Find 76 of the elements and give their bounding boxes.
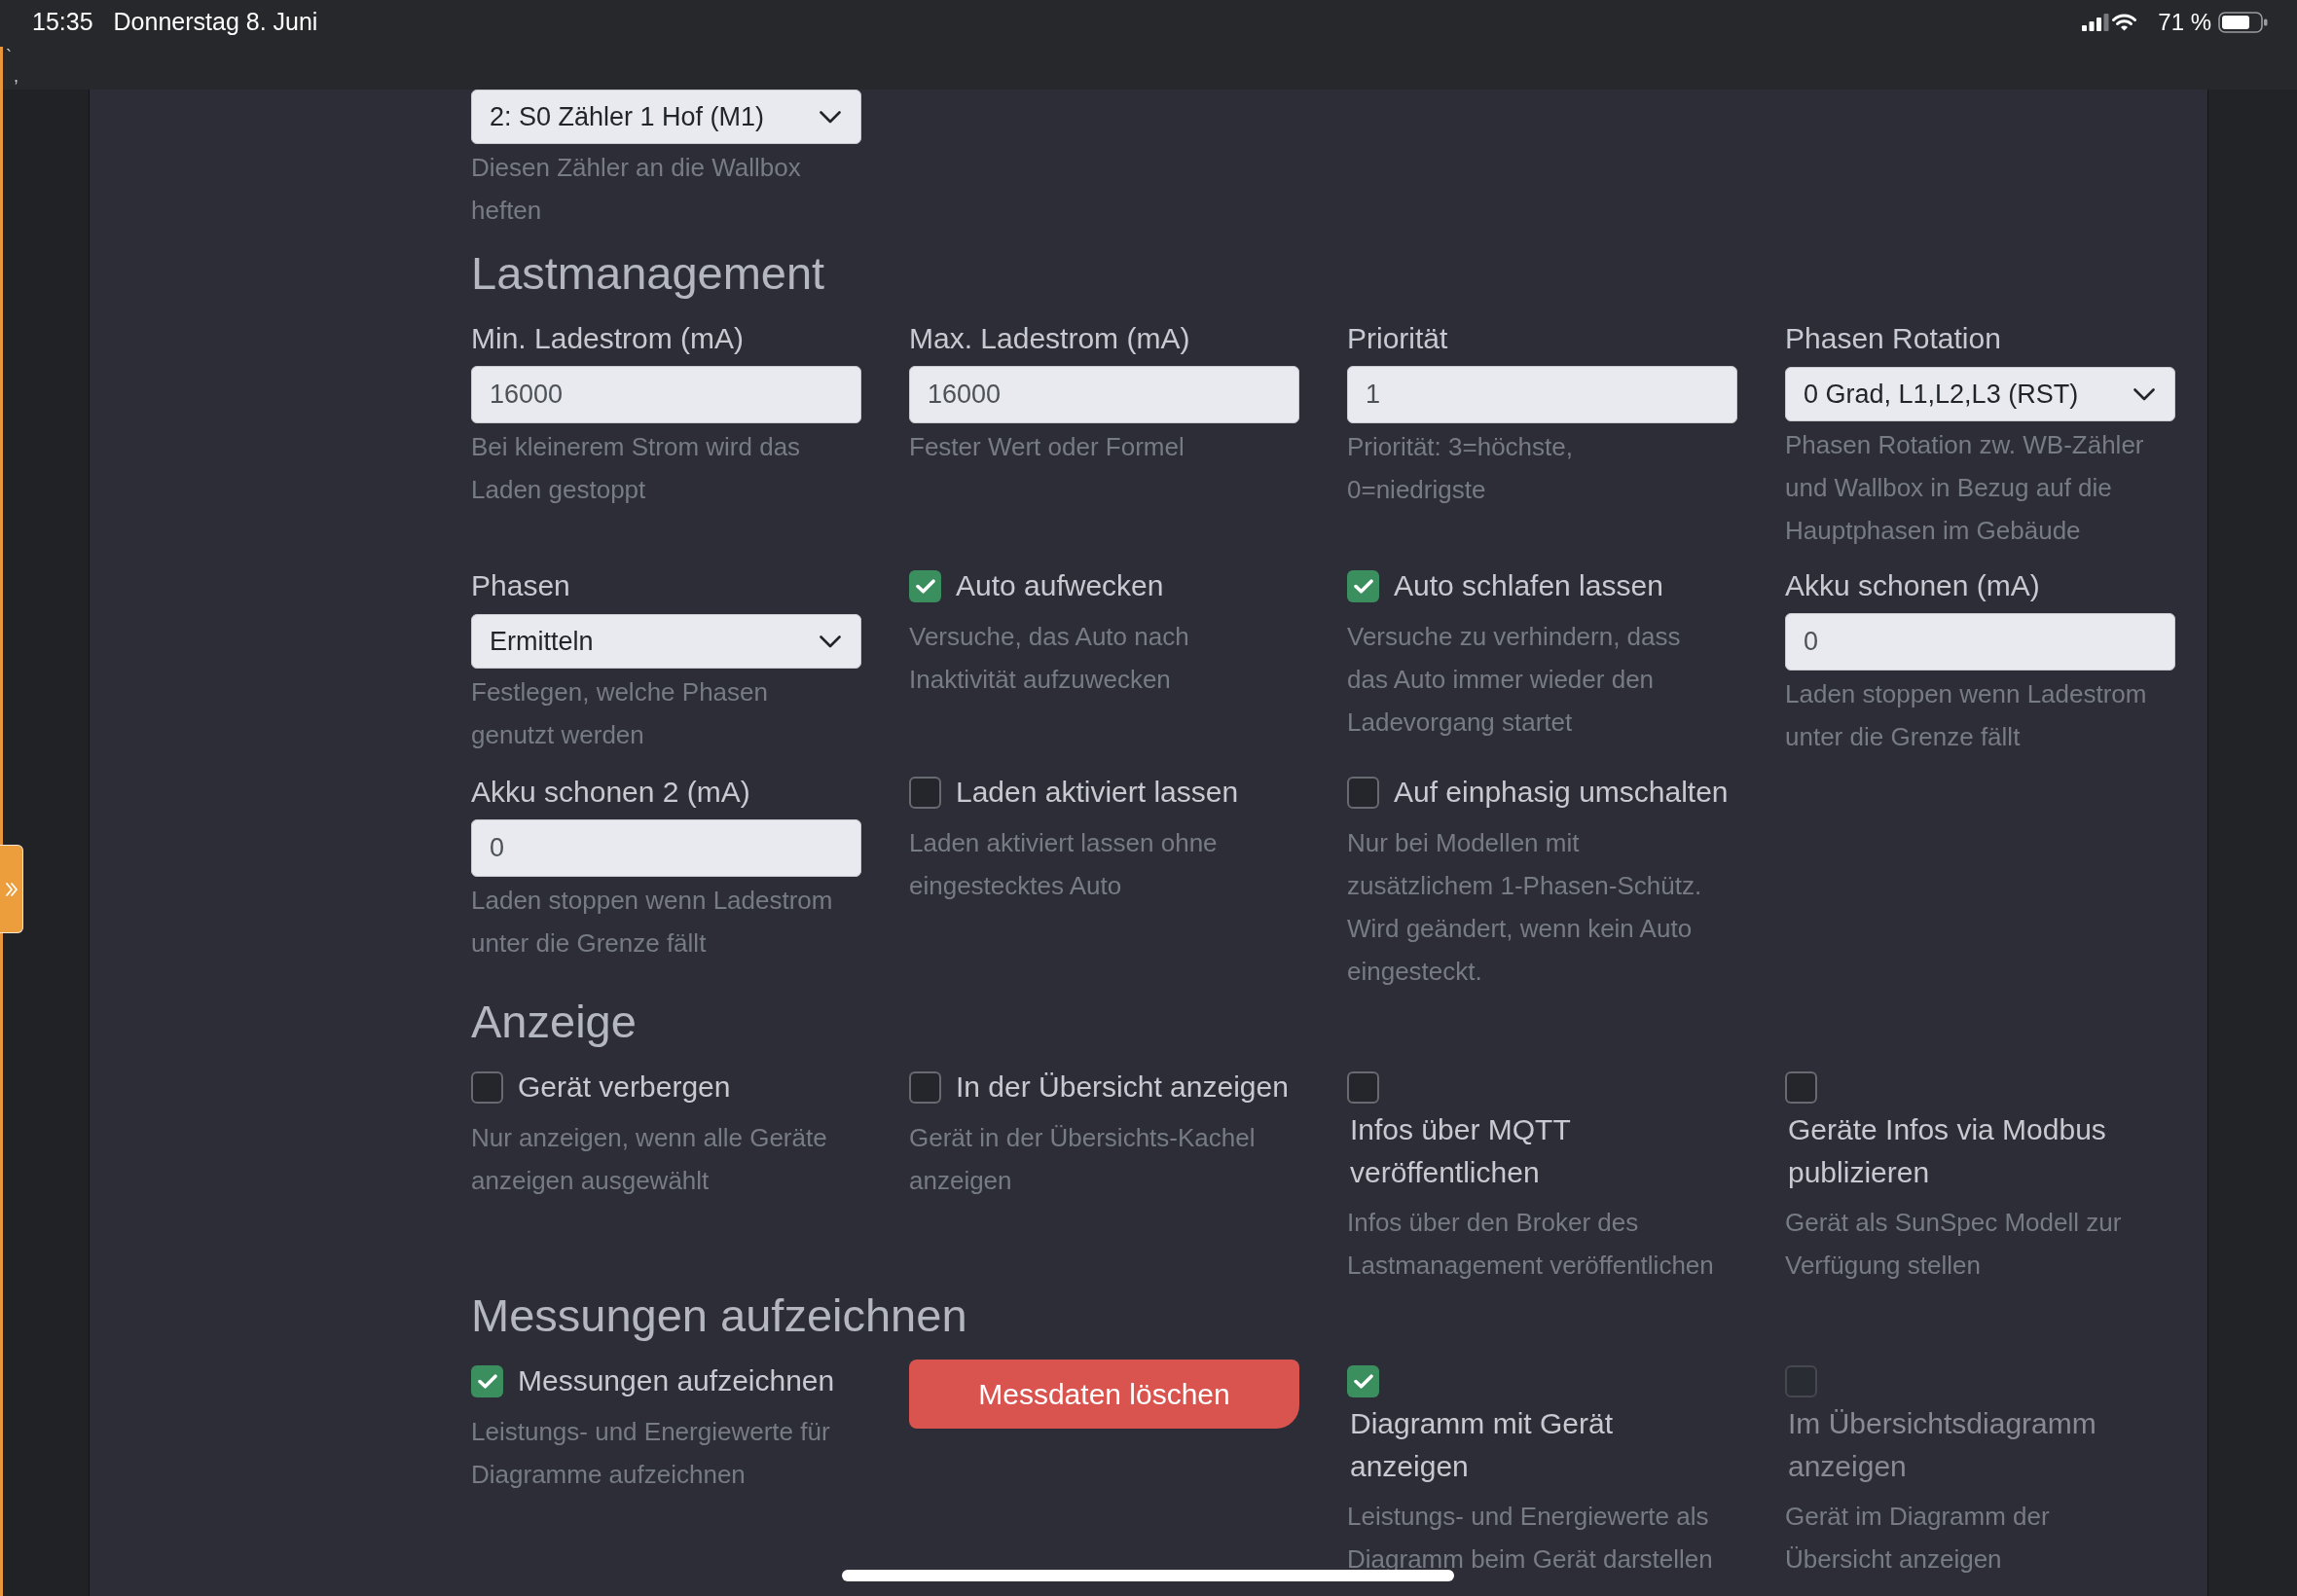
checkbox[interactable]: [1347, 569, 1379, 602]
chevron-down-icon: [820, 110, 841, 124]
help-text: Priorität: 3=höchste, 0=niedrigste: [1347, 431, 1574, 506]
checkbox[interactable]: [471, 1070, 503, 1104]
checkbox-label[interactable]: Diagramm mit Gerät anzeigen: [1347, 1402, 1722, 1488]
section-heading: Messungen aufzeichnen: [471, 1288, 967, 1343]
checkbox-label[interactable]: Geräte Infos via Modbus publizieren: [1785, 1108, 2158, 1194]
checkmark-icon: [915, 578, 935, 594]
help-text: Gerät als SunSpec Modell zur Verfügung stellen: [1785, 1207, 2123, 1282]
checkbox[interactable]: [1347, 776, 1379, 809]
field-label: Phasen Rotation: [1785, 321, 2002, 356]
help-text: Versuche, das Auto nach Inaktivität aufzuwecken: [909, 621, 1190, 696]
help-text: Gerät im Diagramm der Übersicht anzeigen: [1785, 1501, 2051, 1576]
help-text: Laden stoppen wenn Ladestrom unter die Grenze fällt: [1785, 678, 2148, 753]
select-field[interactable]: 2: S0 Zähler 1 Hof (M1): [471, 90, 861, 144]
select-field[interactable]: Ermitteln: [471, 614, 861, 669]
checkbox-label[interactable]: In der Übersicht anzeigen: [956, 1066, 1289, 1108]
stray-mark: ,: [14, 66, 18, 86]
section-heading: Anzeige: [471, 995, 637, 1049]
help-text: Infos über den Broker des Lastmanagement veröffentlichen: [1347, 1207, 1715, 1282]
field-label: Akku schonen (mA): [1785, 568, 2041, 603]
checkbox-label[interactable]: Auto schlafen lassen: [1394, 564, 1663, 607]
checkbox[interactable]: [909, 1070, 941, 1104]
signal-icon: [2082, 14, 2110, 31]
battery-icon: [2218, 12, 2268, 33]
text-input[interactable]: 16000: [471, 366, 861, 423]
help-text: Laden aktiviert lassen ohne eingestecktes Auto: [909, 827, 1219, 902]
field-label: Max. Ladestrom (mA): [909, 321, 1191, 356]
sidebar-toggle[interactable]: [0, 845, 23, 933]
checkbox[interactable]: [471, 1364, 503, 1397]
checkbox-label[interactable]: Laden aktiviert lassen: [956, 771, 1239, 814]
help-text: Nur anzeigen, wenn alle Geräte anzeigen ausgewählt: [471, 1122, 828, 1197]
double-chevron-icon: [5, 882, 18, 896]
text-input[interactable]: 16000: [909, 366, 1299, 423]
checkbox-label[interactable]: Gerät verbergen: [518, 1066, 731, 1108]
checkbox-label: Im Übersichtsdiagramm anzeigen: [1787, 1406, 2097, 1484]
checkbox-label[interactable]: Messungen aufzeichnen: [518, 1360, 835, 1402]
status-time: 15:35: [32, 7, 93, 38]
help-text: Leistungs- und Energiewerte für Diagramme aufzeichnen: [471, 1416, 831, 1491]
battery-percent: 71 %: [2158, 8, 2211, 37]
clear-data-button[interactable]: Messdaten löschen: [909, 1360, 1299, 1429]
checkbox[interactable]: [909, 569, 941, 602]
help-text: Fester Wert oder Formel: [909, 431, 1185, 463]
help-text: Leistungs- und Energiewerte als Diagramm beim Gerät darstellen: [1347, 1501, 1714, 1576]
help-text: Gerät in der Übersichts-Kachel anzeigen: [909, 1122, 1257, 1197]
chevron-down-icon: [820, 635, 841, 648]
checkbox[interactable]: [1785, 1070, 1817, 1104]
checkbox[interactable]: [909, 776, 941, 809]
help-text: Bei kleinerem Strom wird das Laden gestoppt: [471, 431, 802, 506]
wifi-icon: [2112, 14, 2137, 31]
help-text: Versuche zu verhindern, dass das Auto immer wieder den Ladevorgang startet: [1347, 621, 1682, 739]
checkbox[interactable]: [1347, 1364, 1379, 1397]
text-input[interactable]: 1: [1347, 366, 1737, 423]
select-field[interactable]: 0 Grad, L1,L2,L3 (RST): [1785, 367, 2175, 421]
help-text: Nur bei Modellen mit zusätzlichem 1-Phasen-Schütz. Wird geändert, wenn kein Auto eingesteckt.: [1347, 827, 1703, 988]
checkmark-icon: [1353, 578, 1373, 594]
help-text: Festlegen, welche Phasen genutzt werden: [471, 676, 769, 751]
section-heading: Lastmanagement: [471, 246, 825, 301]
field-label: Min. Ladestrom (mA): [471, 321, 746, 356]
help-text: Laden stoppen wenn Ladestrom unter die Grenze fällt: [471, 885, 834, 960]
checkmark-icon: [477, 1373, 497, 1389]
stray-mark: `: [6, 47, 12, 66]
text-input[interactable]: 0: [1785, 613, 2175, 671]
checkbox-label[interactable]: Infos über MQTT veröffentlichen: [1347, 1108, 1722, 1194]
checkmark-icon: [1353, 1373, 1373, 1389]
field-label: Priorität: [1347, 321, 1449, 356]
field-label: Phasen: [471, 568, 571, 603]
checkbox-label[interactable]: Auf einphasig umschalten: [1394, 771, 1729, 814]
status-date: Donnerstag 8. Juni: [113, 7, 318, 38]
chevron-down-icon: [2133, 387, 2155, 401]
help-text: Diesen Zähler an die Wallbox heften: [471, 152, 802, 227]
checkbox[interactable]: [1347, 1070, 1379, 1104]
checkbox-label[interactable]: Auto aufwecken: [956, 564, 1164, 607]
text-input[interactable]: 0: [471, 819, 861, 877]
help-text: Phasen Rotation zw. WB-Zähler und Wallbox in Bezug auf die Hauptphasen im Gebäude: [1785, 429, 2145, 547]
field-label: Akku schonen 2 (mA): [471, 775, 751, 810]
